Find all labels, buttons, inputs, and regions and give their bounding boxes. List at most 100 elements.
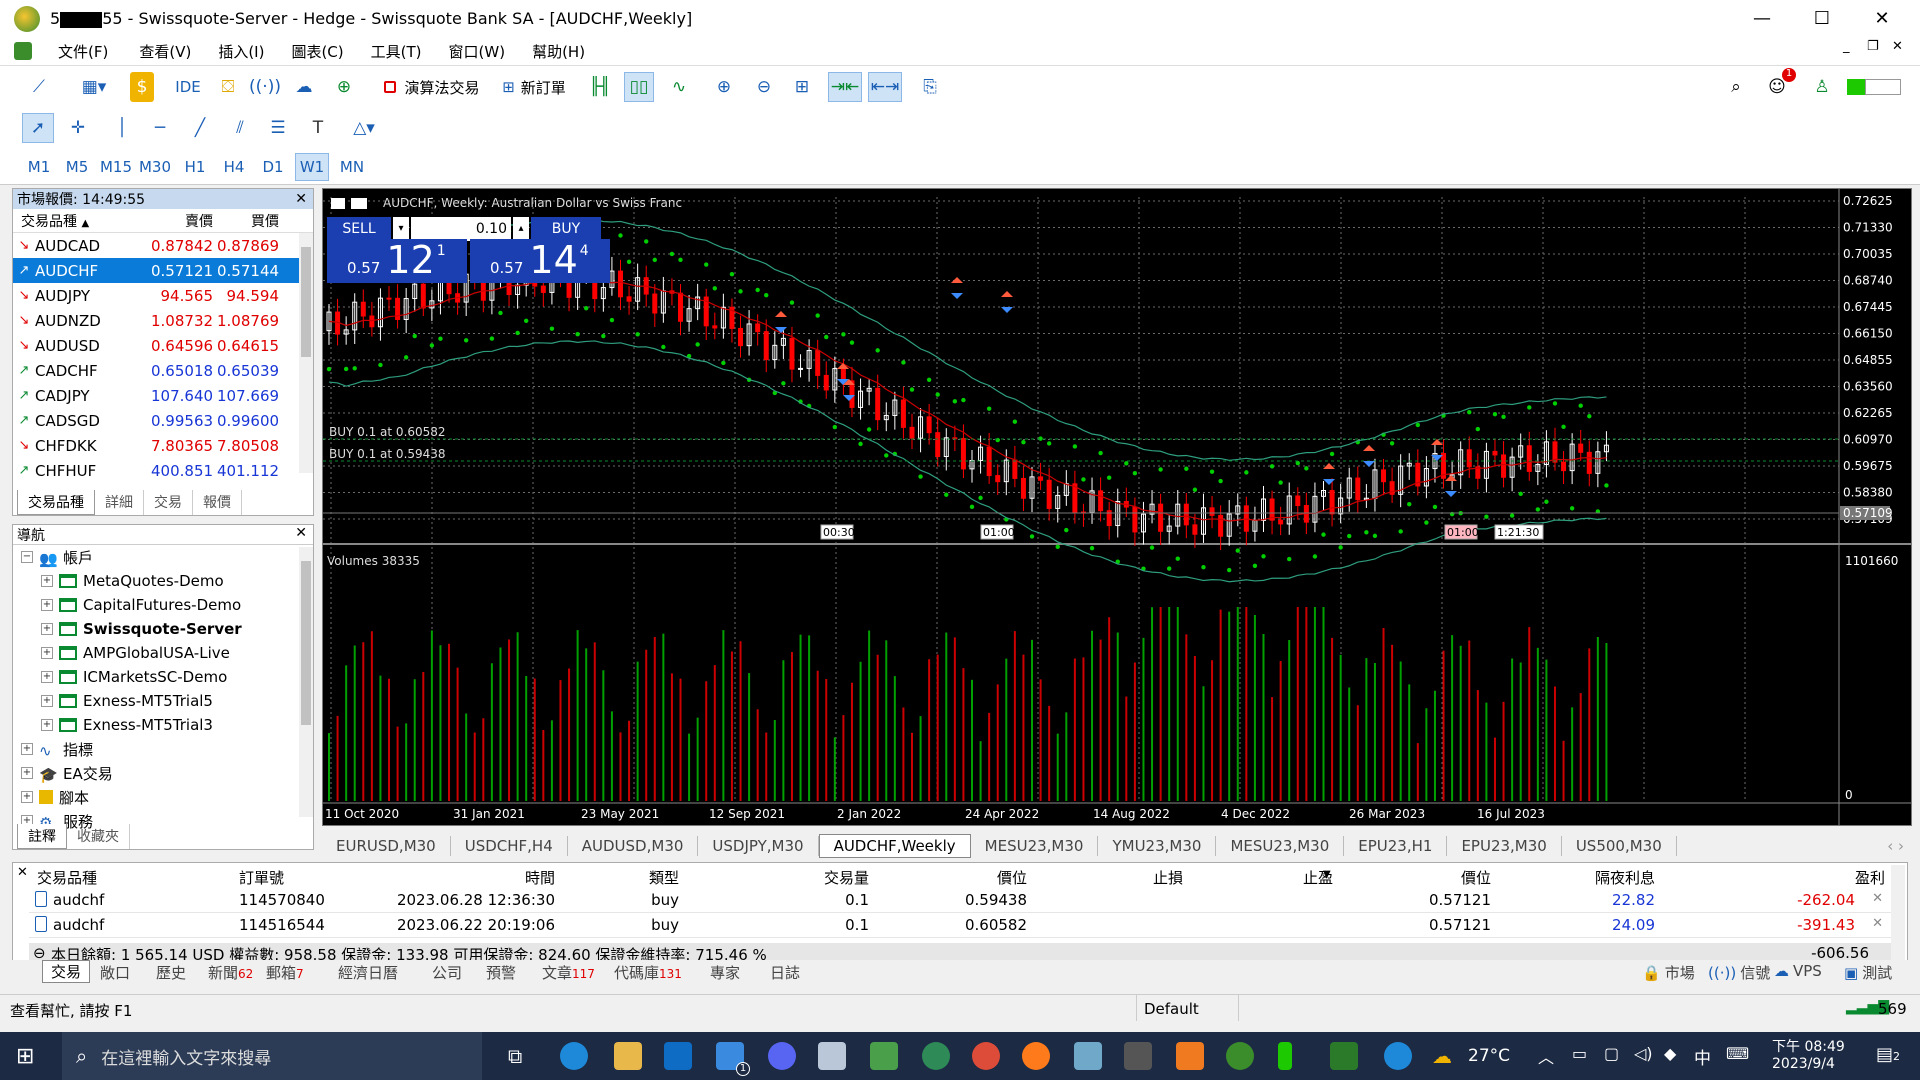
menu-help[interactable]: 幫助(H)	[532, 41, 585, 62]
toolbox-tab[interactable]: 交易	[42, 960, 91, 983]
market-watch-row[interactable]: ↘ CHFDKK 7.80365 7.80508	[13, 433, 313, 458]
text-tool-icon[interactable]: T	[304, 113, 332, 143]
nav-account-item[interactable]: + Exness-MT5Trial3	[13, 713, 313, 737]
toolbox-tab[interactable]: 預警	[486, 962, 516, 983]
close-icon[interactable]: ✕	[17, 865, 28, 880]
expand-icon[interactable]: +	[41, 647, 53, 659]
maximize-button[interactable]: ☐	[1793, 0, 1851, 37]
minimize-button[interactable]: —	[1733, 0, 1791, 37]
market-watch-row[interactable]: ↗ AUDCHF 0.57121 0.57144	[13, 258, 313, 283]
toolbox-right-tab[interactable]: ▣ 測試	[1844, 962, 1892, 983]
chart-tab[interactable]: MESU23,M30	[971, 836, 1099, 856]
toolbox-tab[interactable]: 經濟日曆	[338, 962, 398, 983]
positions-col-header[interactable]: 盈利	[1855, 867, 1885, 888]
app-orange-icon[interactable]	[1176, 1042, 1204, 1070]
taskbar-date[interactable]: 2023/9/4	[1772, 1056, 1835, 1072]
zoom-in-icon[interactable]: ⊕	[710, 72, 738, 102]
screenshot-icon[interactable]: ⎘	[916, 72, 944, 102]
nav-account-item[interactable]: + MetaQuotes-Demo	[13, 569, 313, 593]
menu-file[interactable]: 文件(F)	[58, 41, 108, 62]
expand-icon[interactable]: +	[41, 695, 53, 707]
nav-account-item[interactable]: + ICMarketsSC-Demo	[13, 665, 313, 689]
tray-app-icon[interactable]: ◆	[1664, 1044, 1676, 1063]
toolbox-tab[interactable]: 新聞62	[208, 962, 253, 983]
toolbox-right-tab[interactable]: ☁ VPS	[1774, 962, 1822, 980]
ide-button[interactable]: IDE	[172, 72, 204, 102]
col-symbol[interactable]: 交易品種 ▲	[13, 211, 151, 231]
tray-keyboard-icon[interactable]: ⌨	[1726, 1044, 1749, 1063]
mdi-minimize-button[interactable]: _	[1843, 39, 1850, 54]
profiles-icon[interactable]: ▦▾	[76, 72, 112, 102]
new-order-button[interactable]: ⊞ 新訂單	[496, 72, 572, 102]
firefox-icon[interactable]	[1022, 1042, 1050, 1070]
nav-account-item[interactable]: + AMPGlobalUSA-Live	[13, 641, 313, 665]
toolbox-tab[interactable]: 敞口	[100, 962, 130, 983]
chart-tab[interactable]: EURUSD,M30	[322, 836, 451, 856]
vertical-line-icon[interactable]: │	[108, 113, 136, 143]
market-watch-row[interactable]: ↗ CADJPY 107.640 107.669	[13, 383, 313, 408]
notepad-icon[interactable]	[1074, 1042, 1102, 1070]
nav-scripts[interactable]: + 腳本	[13, 785, 313, 809]
trendline-icon[interactable]: ╱	[186, 113, 214, 143]
nav-tab-favorites[interactable]: 收藏夾	[67, 824, 130, 849]
tray-volume-icon[interactable]: ◁)	[1634, 1044, 1653, 1063]
edge-icon[interactable]	[560, 1042, 588, 1070]
toolbox-right-tab[interactable]: 🔒 市場	[1642, 962, 1695, 983]
chart-tab[interactable]: AUDCHF,Weekly	[818, 834, 971, 858]
tf-m15[interactable]: M15	[99, 153, 133, 181]
crosshair-icon[interactable]: ✛	[64, 113, 92, 143]
mdi-close-button[interactable]: ✕	[1892, 39, 1903, 54]
file-explorer-icon[interactable]	[614, 1042, 642, 1070]
market-bag-icon[interactable]: ⛋	[216, 72, 240, 102]
mail-icon[interactable]: 1	[716, 1042, 750, 1076]
search-icon[interactable]: ⌕	[1722, 72, 1750, 102]
toolbox-scrollbar[interactable]	[1891, 865, 1905, 963]
chart-tab[interactable]: EPU23,M30	[1447, 836, 1562, 856]
positions-col-header[interactable]: 交易量	[824, 867, 869, 888]
col-ask[interactable]: 買價	[217, 211, 283, 231]
menu-tools[interactable]: 工具(T)	[371, 41, 422, 62]
nav-indicators[interactable]: + ∿ 指標	[13, 737, 313, 761]
toolbox-tab[interactable]: 日誌	[770, 962, 800, 983]
metatrader-taskbar-icon[interactable]	[1226, 1042, 1254, 1070]
positions-col-header[interactable]: 隔夜利息	[1595, 867, 1655, 888]
toolbox-tab[interactable]: 郵箱7	[266, 962, 304, 983]
candlestick-chart-icon[interactable]: ▯▯	[624, 72, 654, 102]
market-watch-row[interactable]: ↘ AUDUSD 0.64596 0.64615	[13, 333, 313, 358]
positions-col-header[interactable]: 價位	[997, 867, 1027, 888]
nav-account-item[interactable]: + CapitalFutures-Demo	[13, 593, 313, 617]
menu-insert[interactable]: 插入(I)	[218, 41, 264, 62]
channel-icon[interactable]: ⫽	[226, 113, 254, 143]
fibonacci-icon[interactable]: ☰	[264, 113, 292, 143]
nav-account-item[interactable]: + Swissquote-Server	[13, 617, 313, 641]
expand-icon[interactable]: +	[41, 575, 53, 587]
sort-down-icon[interactable]: ▼	[1323, 869, 1331, 880]
close-window-button[interactable]: ✕	[1853, 0, 1911, 37]
tab-scroll-arrows-icon[interactable]: ‹ ›	[1887, 837, 1904, 855]
toolbox-tab[interactable]: 專家	[710, 962, 740, 983]
tray-network-icon[interactable]: ▭	[1572, 1044, 1587, 1063]
expand-icon[interactable]: +	[41, 599, 53, 611]
globe-add-icon[interactable]: ⊕	[330, 72, 358, 102]
app-check-icon[interactable]	[1330, 1042, 1358, 1070]
collapse-icon[interactable]: −	[21, 551, 33, 563]
market-watch-row[interactable]: ↘ AUDNZD 1.08732 1.08769	[13, 308, 313, 333]
discord-icon[interactable]	[768, 1042, 796, 1070]
task-view-icon[interactable]: ⧉	[508, 1044, 522, 1068]
expand-icon[interactable]: +	[21, 767, 33, 779]
toolbox-right-tab[interactable]: ((·)) 信號	[1708, 962, 1770, 983]
paint-icon[interactable]	[870, 1042, 898, 1070]
chart-tab[interactable]: MESU23,M30	[1216, 836, 1345, 856]
tf-mn[interactable]: MN	[335, 153, 369, 181]
positions-col-header[interactable]: 止損	[1153, 867, 1183, 888]
expand-icon[interactable]: +	[21, 743, 33, 755]
nav-experts[interactable]: + 🎓 EA交易	[13, 761, 313, 785]
positions-col-header[interactable]: 交易品種	[37, 867, 97, 888]
close-position-icon[interactable]: ✕	[1872, 891, 1883, 906]
close-position-icon[interactable]: ✕	[1872, 916, 1883, 931]
nav-accounts[interactable]: − 👥 帳戶	[13, 545, 313, 569]
menu-charts[interactable]: 圖表(C)	[291, 41, 343, 62]
close-icon[interactable]: ✕	[295, 191, 307, 207]
market-watch-row[interactable]: ↘ AUDJPY 94.565 94.594	[13, 283, 313, 308]
status-profile[interactable]: Default	[1144, 1000, 1199, 1018]
